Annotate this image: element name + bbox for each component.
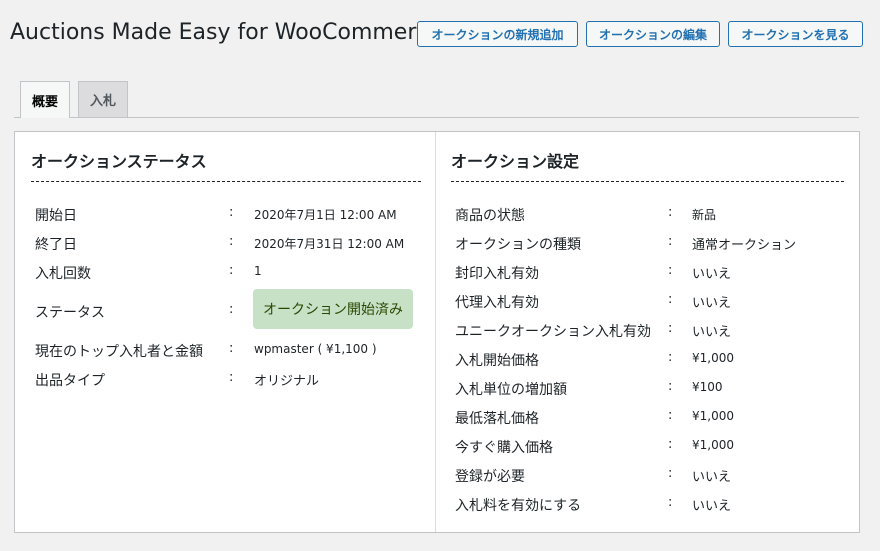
- row-label: 開始日: [35, 208, 77, 224]
- settings-row: 代理入札有効 : いいえ: [455, 292, 845, 312]
- row-value: ¥1,000: [692, 409, 734, 423]
- row-label: 代理入札有効: [455, 295, 539, 311]
- row-value: いいえ: [692, 296, 732, 311]
- settings-row: ユニークオークション入札有効 : いいえ: [455, 321, 845, 341]
- row-separator: :: [229, 234, 234, 249]
- status-row-start-date: 開始日 : 2020年7月1日 12:00 AM: [35, 205, 425, 225]
- row-value: いいえ: [692, 267, 732, 282]
- row-label: 最低落札価格: [455, 411, 539, 427]
- row-value: 2020年7月31日 12:00 AM: [254, 237, 405, 251]
- row-label: 入札開始価格: [455, 353, 539, 369]
- row-label: 出品タイプ: [35, 373, 105, 389]
- row-separator: :: [668, 408, 673, 423]
- status-row-top-bidder: 現在のトップ入札者と金額 : wpmaster ( ¥1,100 ): [35, 341, 425, 361]
- row-label: 商品の状態: [455, 208, 525, 224]
- row-separator: :: [668, 292, 673, 307]
- row-separator: :: [668, 379, 673, 394]
- auction-settings-divider: [451, 181, 844, 182]
- settings-row: 最低落札価格 : ¥1,000: [455, 408, 845, 428]
- settings-row: 登録が必要 : いいえ: [455, 466, 845, 486]
- row-separator: :: [229, 302, 234, 317]
- status-badge: オークション開始済み: [253, 289, 413, 329]
- row-label: 入札単位の増加額: [455, 382, 567, 398]
- row-value: 1: [254, 264, 262, 278]
- row-label: 今すぐ購入価格: [455, 440, 553, 456]
- row-value: 新品: [692, 208, 717, 222]
- row-value: ¥100: [692, 380, 723, 394]
- tab-bids[interactable]: 入札: [78, 81, 128, 117]
- row-label: ステータス: [35, 305, 105, 321]
- settings-row: 入札単位の増加額 : ¥100: [455, 379, 845, 399]
- tab-overview[interactable]: 概要: [20, 81, 70, 118]
- row-value: ¥1,000: [692, 438, 734, 452]
- row-label: 入札回数: [35, 266, 91, 282]
- row-value: 通常オークション: [692, 238, 797, 253]
- row-separator: :: [668, 495, 673, 510]
- settings-row: 入札料を有効にする : いいえ: [455, 495, 845, 515]
- tab-bar-border: [14, 117, 859, 118]
- row-separator: :: [668, 321, 673, 336]
- add-new-auction-button[interactable]: オークションの新規追加: [417, 21, 578, 47]
- status-row-status: ステータス :: [35, 302, 235, 322]
- status-row-end-date: 終了日 : 2020年7月31日 12:00 AM: [35, 234, 425, 254]
- row-separator: :: [668, 466, 673, 481]
- column-divider: [435, 132, 436, 532]
- row-value: wpmaster ( ¥1,100 ): [254, 342, 377, 356]
- auction-status-divider: [31, 181, 421, 182]
- edit-auction-button[interactable]: オークションの編集: [586, 21, 720, 47]
- row-label: オークションの種類: [455, 237, 581, 253]
- page-header: Auctions Made Easy for WooCommerce オークショ…: [10, 18, 870, 54]
- status-row-listing-type: 出品タイプ : オリジナル: [35, 370, 425, 390]
- row-separator: :: [229, 341, 234, 356]
- row-separator: :: [229, 370, 234, 385]
- row-label: 封印入札有効: [455, 266, 539, 282]
- row-label: 終了日: [35, 237, 77, 253]
- overview-panel: オークションステータス 開始日 : 2020年7月1日 12:00 AM 終了日…: [14, 131, 860, 533]
- view-auction-button[interactable]: オークションを見る: [728, 21, 863, 47]
- row-label: 入札料を有効にする: [455, 498, 582, 514]
- settings-row: 商品の状態 : 新品: [455, 205, 845, 225]
- settings-row: 封印入札有効 : いいえ: [455, 263, 845, 283]
- row-value: ¥1,000: [692, 351, 734, 365]
- row-value: オリジナル: [254, 374, 320, 389]
- settings-row: 今すぐ購入価格 : ¥1,000: [455, 437, 845, 457]
- row-label: 登録が必要: [455, 469, 525, 485]
- auction-settings-title: オークション設定: [451, 152, 580, 171]
- row-value: 2020年7月1日 12:00 AM: [254, 208, 397, 222]
- row-label: 現在のトップ入札者と金額: [35, 344, 203, 360]
- row-separator: :: [668, 205, 673, 220]
- row-separator: :: [668, 437, 673, 452]
- auction-status-title: オークションステータス: [31, 152, 207, 171]
- row-separator: :: [229, 205, 234, 220]
- row-separator: :: [668, 263, 673, 278]
- settings-row: オークションの種類 : 通常オークション: [455, 234, 845, 254]
- page-title: Auctions Made Easy for WooCommerce: [10, 20, 442, 45]
- row-value: いいえ: [692, 470, 732, 485]
- row-value: いいえ: [692, 499, 732, 514]
- settings-row: 入札開始価格 : ¥1,000: [455, 350, 845, 370]
- row-label: ユニークオークション入札有効: [455, 324, 651, 340]
- row-separator: :: [229, 263, 234, 278]
- status-row-bid-count: 入札回数 : 1: [35, 263, 425, 283]
- row-value: いいえ: [692, 325, 732, 340]
- row-separator: :: [668, 350, 673, 365]
- row-separator: :: [668, 234, 673, 249]
